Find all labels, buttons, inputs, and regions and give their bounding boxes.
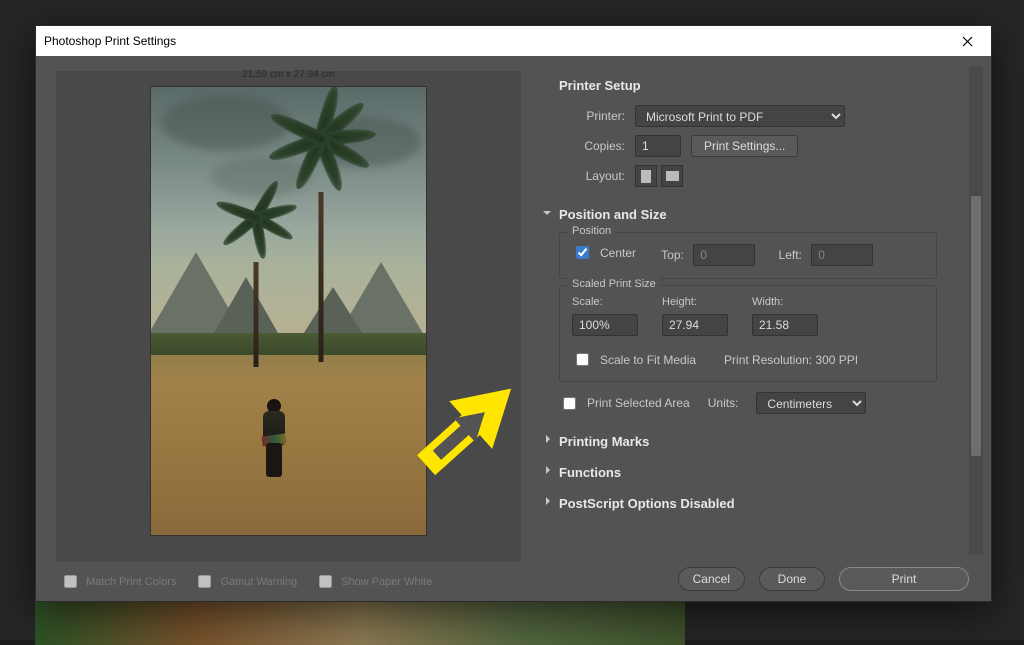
- left-label: Left:: [779, 248, 802, 262]
- scale-to-fit-checkbox[interactable]: [576, 353, 589, 366]
- print-selected-area-label: Print Selected Area: [587, 396, 690, 410]
- copies-label: Copies:: [569, 139, 625, 153]
- match-print-colors-checkbox[interactable]: Match Print Colors: [60, 572, 176, 591]
- scale-input[interactable]: [572, 314, 638, 336]
- close-button[interactable]: [951, 26, 983, 56]
- height-label: Height:: [662, 296, 728, 308]
- print-settings-button[interactable]: Print Settings...: [691, 135, 798, 157]
- orientation-landscape-button[interactable]: [661, 165, 683, 187]
- postscript-heading[interactable]: PostScript Options Disabled: [541, 488, 963, 519]
- background-document: [35, 600, 685, 645]
- scale-label: Scale:: [572, 296, 638, 308]
- orientation-portrait-button[interactable]: [635, 165, 657, 187]
- done-button[interactable]: Done: [759, 567, 825, 591]
- print-preview[interactable]: 21.59 cm x 27.94 cm: [56, 71, 521, 562]
- preview-options: Match Print Colors Gamut Warning Show Pa…: [56, 562, 521, 591]
- print-selected-area-checkbox[interactable]: [563, 397, 576, 410]
- image-preview: [151, 87, 426, 535]
- show-paper-white-checkbox[interactable]: Show Paper White: [315, 572, 432, 591]
- cancel-button[interactable]: Cancel: [678, 567, 745, 591]
- print-settings-dialog: Photoshop Print Settings 21.59 cm x 27.9…: [35, 25, 992, 602]
- print-resolution-label: Print Resolution: 300 PPI: [724, 353, 858, 367]
- center-checkbox[interactable]: [576, 246, 589, 259]
- top-label: Top:: [661, 248, 684, 262]
- height-input[interactable]: [662, 314, 728, 336]
- printing-marks-heading[interactable]: Printing Marks: [541, 426, 963, 457]
- dialog-title: Photoshop Print Settings: [44, 34, 951, 48]
- print-button[interactable]: Print: [839, 567, 969, 591]
- gamut-warning-checkbox[interactable]: Gamut Warning: [194, 572, 297, 591]
- dialog-footer: Cancel Done Print: [537, 555, 983, 591]
- center-label: Center: [600, 246, 636, 260]
- printer-select[interactable]: Microsoft Print to PDF: [635, 105, 845, 127]
- left-input[interactable]: [811, 244, 873, 266]
- scrollbar-thumb[interactable]: [971, 196, 981, 456]
- page-dimensions-label: 21.59 cm x 27.94 cm: [56, 69, 521, 80]
- position-group-label: Position: [568, 225, 615, 237]
- printer-label: Printer:: [569, 109, 625, 123]
- units-label: Units:: [708, 396, 739, 410]
- width-input[interactable]: [752, 314, 818, 336]
- top-input[interactable]: [693, 244, 755, 266]
- scaled-size-group-label: Scaled Print Size: [568, 278, 660, 290]
- layout-label: Layout:: [569, 169, 625, 183]
- scale-to-fit-label: Scale to Fit Media: [600, 353, 696, 367]
- preview-pane: 21.59 cm x 27.94 cm: [36, 56, 531, 601]
- paper-preview: [151, 87, 426, 535]
- portrait-icon: [641, 170, 651, 183]
- landscape-icon: [666, 171, 679, 181]
- close-icon: [962, 36, 973, 47]
- copies-input[interactable]: [635, 135, 681, 157]
- titlebar: Photoshop Print Settings: [36, 26, 991, 56]
- width-label: Width:: [752, 296, 818, 308]
- settings-pane: Printer Setup Printer: Microsoft Print t…: [531, 56, 991, 601]
- settings-scroll[interactable]: Printer Setup Printer: Microsoft Print t…: [537, 66, 983, 555]
- settings-scrollbar[interactable]: [969, 66, 983, 555]
- units-select[interactable]: Centimeters: [756, 392, 866, 414]
- printer-setup-heading: Printer Setup: [541, 70, 963, 101]
- functions-heading[interactable]: Functions: [541, 457, 963, 488]
